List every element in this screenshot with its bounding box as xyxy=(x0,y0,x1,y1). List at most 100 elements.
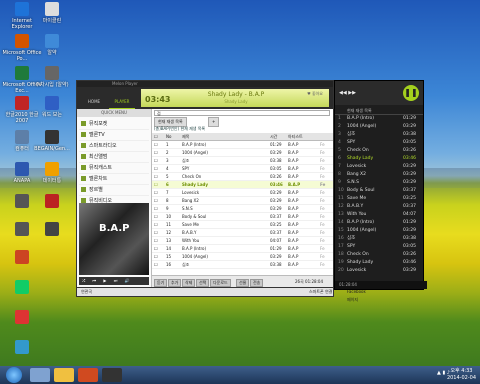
row-checkbox[interactable]: ☐ xyxy=(154,221,160,228)
desktop-icon[interactable] xyxy=(2,310,42,326)
prev-icon[interactable]: ⏮ xyxy=(92,277,96,285)
row-checkbox[interactable]: ☐ xyxy=(154,149,160,156)
mini-row[interactable]: 8 Bang X2 03:29 xyxy=(335,171,423,179)
desktop-icon[interactable] xyxy=(2,280,42,296)
mini-row[interactable]: 19 Shady Lady 03:46 xyxy=(335,259,423,267)
row-checkbox[interactable]: ☐ xyxy=(154,253,160,260)
footer-button[interactable]: 추가 xyxy=(168,279,182,287)
like-button[interactable]: ♥ 좋아요 xyxy=(307,91,323,97)
menu-item[interactable]: 스마트라디오 xyxy=(79,141,149,152)
taskbar-app-icon[interactable] xyxy=(30,368,50,382)
menu-item[interactable]: 멜론TV xyxy=(79,130,149,141)
desktop-icon[interactable]: 워드 보는 xyxy=(32,96,72,118)
desktop-icon[interactable] xyxy=(32,194,72,210)
row-checkbox[interactable]: ☐ xyxy=(154,181,160,188)
row-checkbox[interactable]: ☐ xyxy=(154,157,160,164)
smartphone-link[interactable]: 스마트폰 연결 xyxy=(309,288,332,296)
mini-row[interactable]: 3 심조 03:38 xyxy=(335,131,423,139)
row-checkbox[interactable]: ☐ xyxy=(154,165,160,172)
table-row[interactable]: ☐ 10 Body & Soul 03:37 B.A.P Fe xyxy=(152,213,333,221)
row-checkbox[interactable]: ☐ xyxy=(154,189,160,196)
row-checkbox[interactable]: ☐ xyxy=(154,229,160,236)
desktop-icon[interactable]: BEGAIN/Gen... xyxy=(32,130,72,152)
volume-icon[interactable]: 🔊 xyxy=(125,277,130,285)
row-checkbox[interactable]: ☐ xyxy=(154,237,160,244)
table-row[interactable]: ☐ 8 Bang X2 03:29 B.A.P Fe xyxy=(152,197,333,205)
table-row[interactable]: ☐ 14 B.A.P (Intro) 01:29 B.A.P Fe xyxy=(152,245,333,253)
taskbar-app-icon[interactable] xyxy=(54,368,74,382)
row-checkbox[interactable]: ☐ xyxy=(154,197,160,204)
row-checkbox[interactable]: ☐ xyxy=(154,205,160,212)
desktop-icon[interactable]: 주차시입 (알약) xyxy=(32,66,72,88)
mini-row[interactable]: 4 SPY 03:05 xyxy=(335,139,423,147)
mini-row[interactable]: 16 심조 03:38 xyxy=(335,235,423,243)
table-row[interactable]: ☐ 3 심조 03:38 B.A.P Fe xyxy=(152,157,333,165)
mini-row[interactable]: 17 SPY 03:05 xyxy=(335,243,423,251)
table-row[interactable]: ☐ 9 S.N.S 03:29 B.A.P Fe xyxy=(152,205,333,213)
player-button[interactable]: PLAYER xyxy=(109,90,135,110)
desktop-icon[interactable]: 마이클린 xyxy=(32,2,72,24)
table-row[interactable]: ☐ 2 1004 (Angel) 03:29 B.A.P Fe xyxy=(152,149,333,157)
mini-row[interactable]: 15 1004 (Angel) 03:29 xyxy=(335,227,423,235)
table-row[interactable]: ☐ 5 Check On 03:26 B.A.P Fe xyxy=(152,173,333,181)
table-row[interactable]: ☐ 4 SPY 03:05 B.A.P Fe xyxy=(152,165,333,173)
mini-row[interactable]: 5 Check On 03:26 xyxy=(335,147,423,155)
footer-button[interactable]: 선택 xyxy=(196,279,210,287)
clock[interactable]: 오후 4:33 2014-02-04 xyxy=(447,368,476,382)
mini-row[interactable]: 2 1004 (Angel) 03:29 xyxy=(335,123,423,131)
related-songs[interactable]: 연관곡 xyxy=(81,288,92,296)
table-row[interactable]: ☐ 12 B.A.B.Y 03:37 B.A.P Fe xyxy=(152,229,333,237)
table-row[interactable]: ☐ 6 Shady Lady 03:46 B.A.P Fe xyxy=(152,181,333,189)
taskbar-app-icon[interactable] xyxy=(102,368,122,382)
row-checkbox[interactable]: ☐ xyxy=(154,173,160,180)
mini-row[interactable]: 6 Shady Lady 03:46 xyxy=(335,155,423,163)
footer-button[interactable]: 다운로드 xyxy=(210,279,231,287)
menu-item[interactable]: 멜론차트 xyxy=(79,174,149,185)
footer-button[interactable]: 듣기 xyxy=(154,279,168,287)
row-checkbox[interactable]: ☐ xyxy=(154,141,160,148)
player-window[interactable]: Melon Player HOME PLAYER 03:43 Shady Lad… xyxy=(76,80,334,288)
menu-item[interactable]: 뮤직캐스트 xyxy=(79,163,149,174)
search-input[interactable]: 검 xyxy=(154,110,330,116)
select-all-checkbox[interactable]: ☐ xyxy=(154,133,160,140)
facebook-link[interactable]: Facebook 페이지 xyxy=(347,288,366,304)
mini-row[interactable]: 20 Lovesick 03:29 xyxy=(335,267,423,275)
taskbar-app-icon[interactable] xyxy=(78,368,98,382)
mini-row[interactable]: 9 S.N.S 03:29 xyxy=(335,179,423,187)
mini-row[interactable]: 18 Check On 03:26 xyxy=(335,251,423,259)
footer-button[interactable]: 전송 xyxy=(250,279,264,287)
shuffle-icon[interactable]: ⤮ xyxy=(82,277,85,285)
table-row[interactable]: ☐ 7 Lovesick 03:29 B.A.P Fe xyxy=(152,189,333,197)
row-checkbox[interactable]: ☐ xyxy=(154,213,160,220)
play-icon[interactable]: ▶ xyxy=(103,277,106,285)
desktop-icon[interactable] xyxy=(32,222,72,238)
table-row[interactable]: ☐ 1 B.A.P (Intro) 01:29 B.A.P Fe xyxy=(152,141,333,149)
mini-row[interactable]: 10 Body & Soul 03:37 xyxy=(335,187,423,195)
desktop-icon[interactable]: 알약 xyxy=(32,34,72,56)
mini-playlist[interactable]: ◀◀ ▶▶ ❚❚ 현재 재생 목록 1 B.A.P (Intro) 01:29 2 10… xyxy=(334,80,427,290)
row-checkbox[interactable]: ☐ xyxy=(154,261,160,268)
table-row[interactable]: ☐ 11 Save Me 03:25 B.A.P Fe xyxy=(152,221,333,229)
desktop-icon[interactable] xyxy=(2,340,42,356)
table-row[interactable]: ☐ 13 With You 04:07 B.A.P Fe xyxy=(152,237,333,245)
mini-row[interactable]: 12 B.A.B.Y 03:37 xyxy=(335,203,423,211)
mini-row[interactable]: 13 With You 04:07 xyxy=(335,211,423,219)
footer-button[interactable]: 삭제 xyxy=(182,279,196,287)
mini-row[interactable]: 14 B.A.P (Intro) 01:29 xyxy=(335,219,423,227)
mini-row[interactable]: 1 B.A.P (Intro) 01:29 xyxy=(335,115,423,123)
tab-add[interactable]: + xyxy=(208,117,220,127)
menu-item[interactable]: 장르별 xyxy=(79,185,149,196)
menu-item[interactable]: 뮤직포켓 xyxy=(79,119,149,130)
footer-button[interactable]: 선물 xyxy=(236,279,250,287)
next-icon[interactable]: ⏭ xyxy=(114,277,118,285)
home-button[interactable]: HOME xyxy=(81,90,107,108)
desktop-icon[interactable]: 데이터통 xyxy=(32,162,72,184)
menu-item[interactable]: 최신앨범 xyxy=(79,152,149,163)
mini-row[interactable]: 7 Lovesick 03:29 xyxy=(335,163,423,171)
desktop-icon[interactable] xyxy=(2,250,42,266)
table-row[interactable]: ☐ 15 1004 (Angel) 03:29 B.A.P Fe xyxy=(152,253,333,261)
pause-icon[interactable]: ❚❚ xyxy=(403,85,419,101)
start-button[interactable] xyxy=(6,367,22,383)
table-row[interactable]: ☐ 16 심조 03:38 B.A.P Fe xyxy=(152,261,333,269)
mini-controls[interactable]: ◀◀ ▶▶ xyxy=(339,90,356,96)
